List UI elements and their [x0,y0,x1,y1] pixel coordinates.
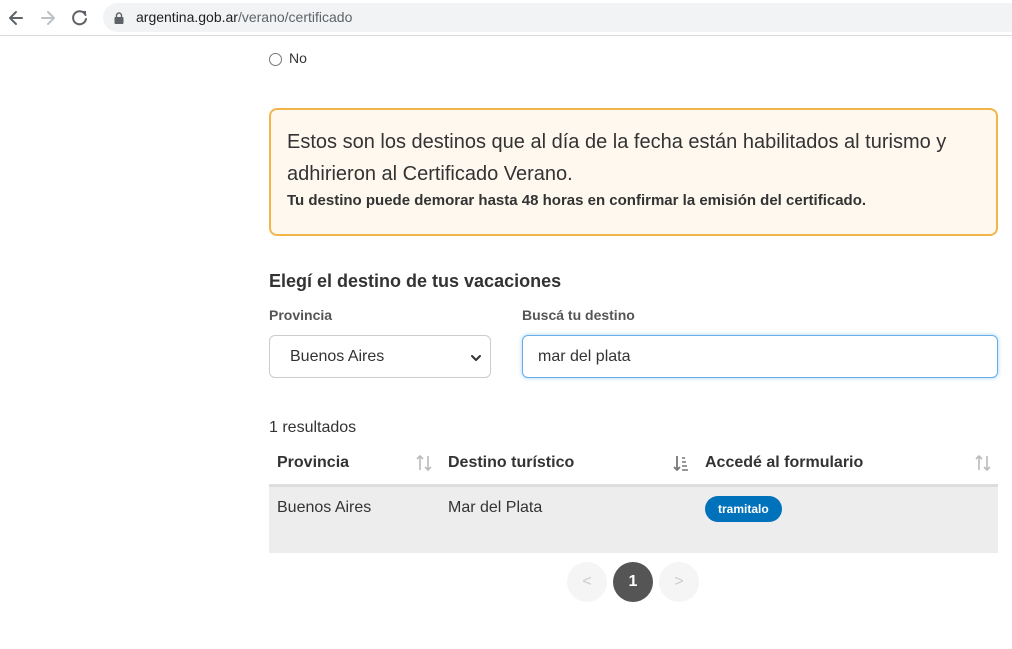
reload-icon[interactable] [70,8,90,28]
table-row: Buenos Aires Mar del Plata tramitalo [269,487,998,553]
lock-icon [114,11,124,29]
info-alert: Estos son los destinos que al día de la … [269,108,998,236]
pagination-next-button[interactable]: > [659,562,699,602]
url-domain: argentina.gob.ar [136,9,238,25]
search-label: Buscá tu destino [522,307,635,323]
back-arrow-icon[interactable] [6,8,26,28]
alert-line-2: adhirieron al Certificado Verano. [287,163,573,185]
forward-arrow-icon[interactable] [38,8,58,28]
address-bar[interactable]: argentina.gob.ar/verano/certificado [103,3,1012,32]
radio-button[interactable] [269,53,282,66]
url-path: /verano/certificado [237,9,353,25]
url-text: argentina.gob.ar/verano/certificado [136,9,352,25]
province-select[interactable]: Buenos Aires [269,335,491,378]
table-header: Provincia Destino turístico Accedé al fo… [269,443,998,487]
province-select-value: Buenos Aires [290,348,385,365]
header-provincia[interactable]: Provincia [277,454,349,472]
cell-provincia: Buenos Aires [277,499,372,516]
cell-destino: Mar del Plata [448,499,543,516]
tramitalo-button[interactable]: tramitalo [705,496,782,522]
header-formulario[interactable]: Accedé al formulario [705,454,863,472]
search-input-value: mar del plata [538,348,631,365]
alert-note: Tu destino puede demorar hasta 48 horas … [287,192,867,209]
sort-icon[interactable] [975,454,991,477]
province-label: Provincia [269,307,333,323]
chevron-down-icon [470,351,482,369]
destination-search-input[interactable]: mar del plata [522,335,998,378]
section-title: Elegí el destino de tus vacaciones [269,271,562,291]
pagination-page-1[interactable]: 1 [613,562,653,602]
sort-ascending-icon[interactable] [673,454,689,477]
results-count: 1 resultados [269,419,357,436]
browser-toolbar: argentina.gob.ar/verano/certificado [0,0,1012,36]
results-table: Provincia Destino turístico Accedé al fo… [269,443,998,553]
sort-icon[interactable] [416,454,432,477]
pagination-prev-button[interactable]: < [567,562,607,602]
alert-line-1: Estos son los destinos que al día de la … [287,131,947,153]
header-destino[interactable]: Destino turístico [448,454,574,472]
radio-label: No [289,50,307,66]
